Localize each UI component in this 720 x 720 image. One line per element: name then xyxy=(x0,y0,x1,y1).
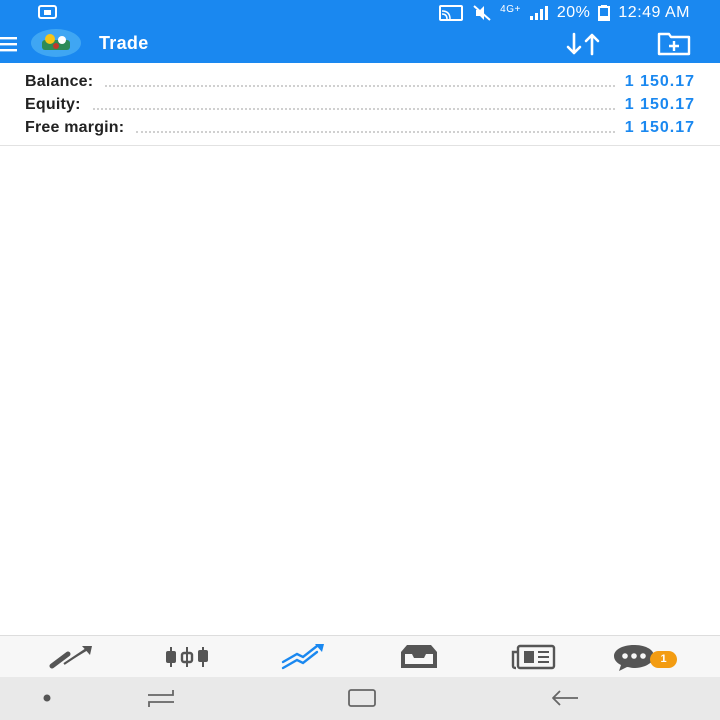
dotted-leader xyxy=(105,84,615,87)
free-margin-row: Free margin: 1 150.17 xyxy=(25,115,695,137)
app-bar: Trade xyxy=(0,25,720,63)
dot-icon[interactable] xyxy=(30,687,66,709)
status-icons: 4G+ 20% 12:49 AM xyxy=(438,2,690,24)
recent-apps-icon[interactable] xyxy=(143,687,179,709)
quotes-icon[interactable] xyxy=(48,642,96,672)
free-margin-value: 1 150.17 xyxy=(624,119,695,136)
battery-percent: 20% xyxy=(556,4,591,21)
system-navigation-bar xyxy=(0,677,720,720)
status-bar: 4G+ 20% 12:49 AM xyxy=(0,0,720,25)
balance-label: Balance: xyxy=(25,73,94,90)
free-margin-label: Free margin: xyxy=(25,119,125,136)
dotted-leader xyxy=(92,107,615,110)
history-icon[interactable] xyxy=(395,642,443,672)
sort-icon[interactable] xyxy=(560,31,608,57)
trade-icon[interactable] xyxy=(279,642,327,672)
clock: 12:49 AM xyxy=(618,4,690,21)
menu-icon[interactable] xyxy=(0,34,20,54)
bottom-navigation xyxy=(0,635,720,678)
chart-icon[interactable] xyxy=(163,642,211,672)
screenshot-icon xyxy=(38,5,57,19)
equity-row: Equity: 1 150.17 xyxy=(25,92,695,114)
app-logo xyxy=(31,29,81,57)
signal-icon xyxy=(529,6,548,20)
network-type: 4G+ xyxy=(500,3,521,15)
messages-badge: 1 xyxy=(650,651,677,668)
balance-row: Balance: 1 150.17 xyxy=(25,69,695,91)
equity-value: 1 150.17 xyxy=(624,96,695,113)
dotted-leader xyxy=(136,130,615,133)
battery-icon xyxy=(598,5,611,21)
mute-icon xyxy=(473,5,491,21)
equity-label: Equity: xyxy=(25,96,81,113)
balance-value: 1 150.17 xyxy=(624,73,695,90)
back-icon[interactable] xyxy=(548,687,584,709)
new-order-icon[interactable] xyxy=(656,31,692,57)
news-icon[interactable] xyxy=(510,642,558,672)
cast-icon xyxy=(439,5,464,21)
page-title: Trade xyxy=(99,33,149,53)
account-summary: Balance: 1 150.17 Equity: 1 150.17 Free … xyxy=(0,63,720,146)
home-icon[interactable] xyxy=(345,687,381,709)
